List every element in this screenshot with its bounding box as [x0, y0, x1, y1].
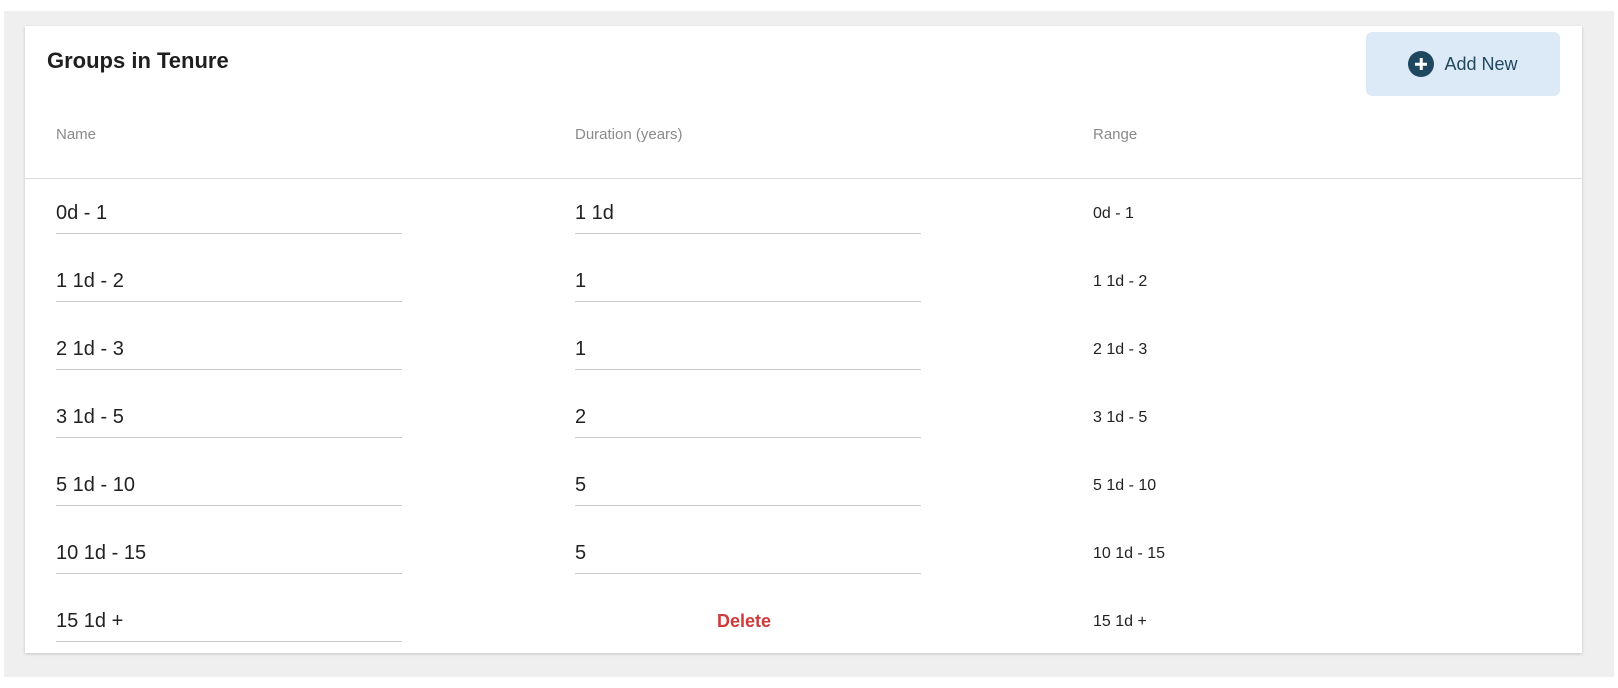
name-field[interactable]: 1 1d - 2	[56, 269, 402, 302]
duration-field[interactable]: 1 1d	[575, 201, 921, 234]
duration-field[interactable]: 5	[575, 541, 921, 574]
range-value: 15 1d +	[1093, 613, 1147, 630]
range-value: 1 1d - 2	[1093, 273, 1148, 290]
range-value: 2 1d - 3	[1093, 341, 1148, 358]
duration-field[interactable]: 2	[575, 405, 921, 438]
add-new-button[interactable]: Add New	[1366, 32, 1560, 96]
card-title: Groups in Tenure	[47, 48, 229, 73]
name-field[interactable]: 15 1d +	[56, 609, 402, 642]
add-new-label: Add New	[1444, 53, 1518, 74]
column-header-name: Name	[56, 126, 97, 143]
table-header: Name Duration (years) Range	[25, 116, 1582, 179]
table-row: 2 1d - 3 1 2 1d - 3	[25, 315, 1582, 383]
duration-field[interactable]: 5	[575, 473, 921, 506]
table-body: 0d - 1 1 1d 0d - 1 1 1d - 2 1 1 1d - 2 2…	[25, 179, 1582, 655]
delete-button[interactable]: Delete	[717, 609, 771, 633]
table-row: 10 1d - 15 5 10 1d - 15	[25, 519, 1582, 587]
range-value: 3 1d - 5	[1093, 409, 1148, 426]
table-row: 15 1d + Delete 15 1d +	[25, 587, 1582, 655]
name-field[interactable]: 10 1d - 15	[56, 541, 402, 574]
range-value: 5 1d - 10	[1093, 477, 1157, 494]
name-field[interactable]: 5 1d - 10	[56, 473, 402, 506]
duration-field[interactable]: 1	[575, 337, 921, 370]
range-value: 10 1d - 15	[1093, 545, 1166, 562]
tenure-groups-card: Groups in Tenure Add New Name Duration (…	[25, 26, 1582, 653]
name-field[interactable]: 3 1d - 5	[56, 405, 402, 438]
table-row: 3 1d - 5 2 3 1d - 5	[25, 383, 1582, 451]
table-row: 0d - 1 1 1d 0d - 1	[25, 179, 1582, 247]
name-field[interactable]: 0d - 1	[56, 201, 402, 234]
table-row: 1 1d - 2 1 1 1d - 2	[25, 247, 1582, 315]
plus-circle-icon	[1408, 51, 1435, 77]
duration-field[interactable]: 1	[575, 269, 921, 302]
column-header-range: Range	[1093, 126, 1138, 143]
table-row: 5 1d - 10 5 5 1d - 10	[25, 451, 1582, 519]
range-value: 0d - 1	[1093, 205, 1134, 222]
column-header-duration: Duration (years)	[575, 126, 683, 143]
name-field[interactable]: 2 1d - 3	[56, 337, 402, 370]
